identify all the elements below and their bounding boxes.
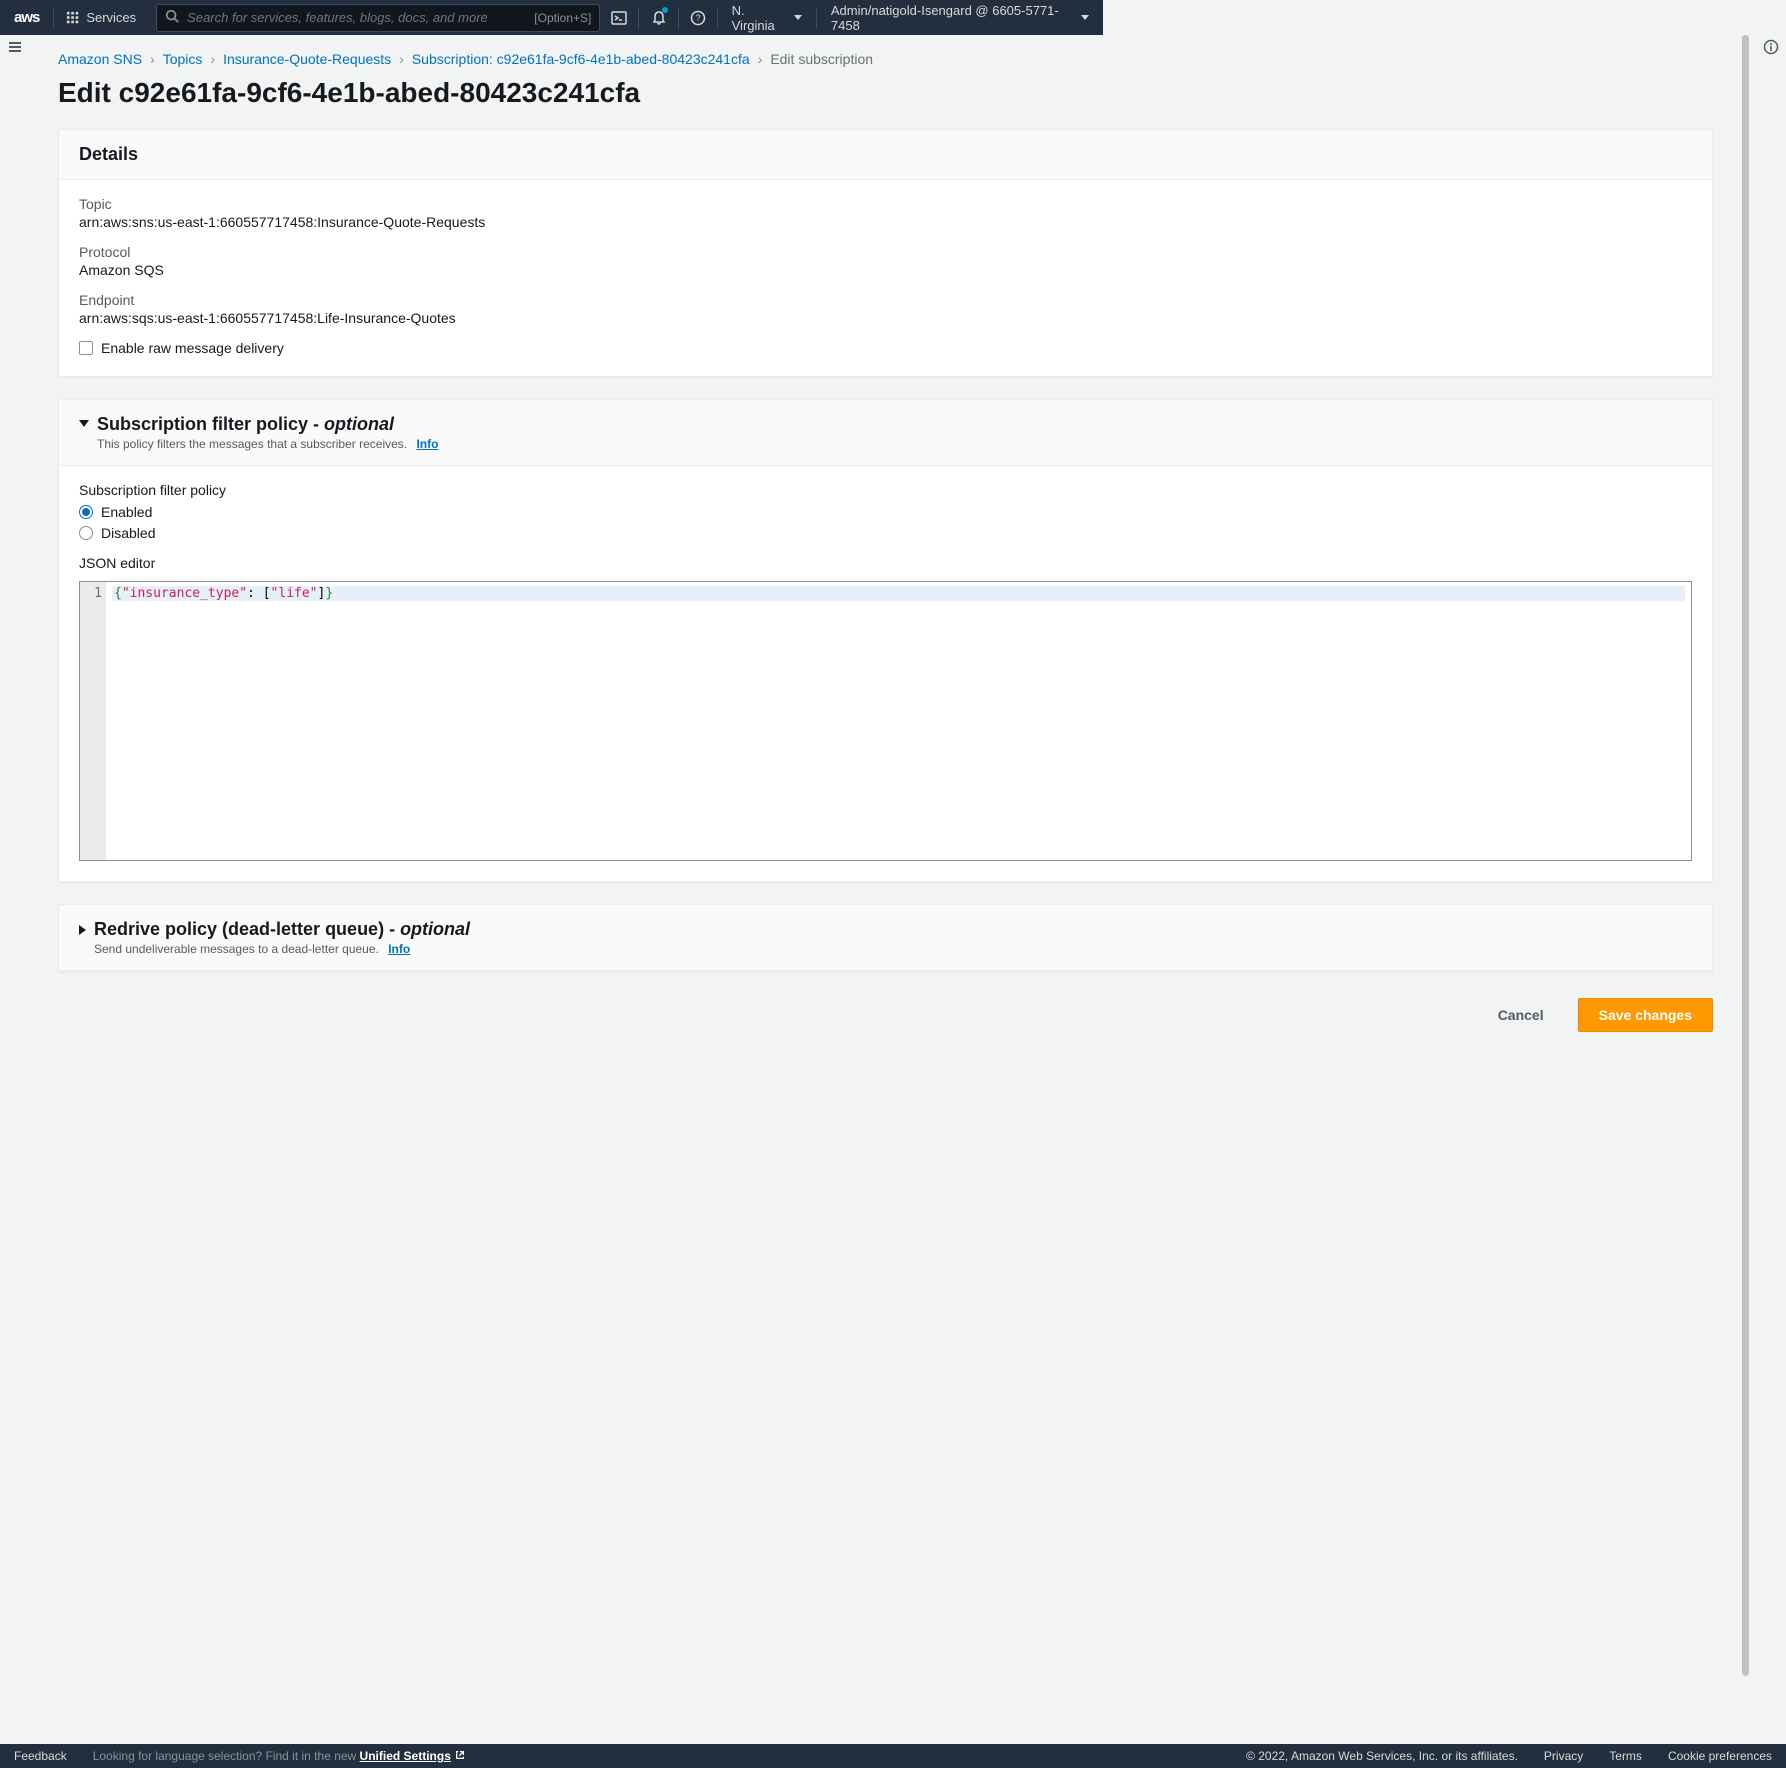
scrollbar[interactable] [1741, 35, 1749, 1744]
breadcrumb: Amazon SNS › Topics › Insurance-Quote-Re… [58, 51, 1713, 67]
filter-disabled-label: Disabled [101, 525, 155, 541]
filter-policy-description: This policy filters the messages that a … [97, 437, 438, 451]
redrive-title: Redrive policy (dead-letter queue) - opt… [94, 919, 470, 940]
user-label: Admin/natigold-Isengard @ 6605-5771-7458 [831, 3, 1075, 33]
endpoint-label: Endpoint [79, 292, 1692, 308]
caret-down-icon [794, 15, 802, 20]
search-shortcut: [Option+S] [534, 11, 591, 25]
endpoint-value: arn:aws:sqs:us-east-1:660557717458:Life-… [79, 310, 1692, 326]
filter-enabled-label: Enabled [101, 504, 152, 520]
topic-label: Topic [79, 196, 1692, 212]
json-editor-label: JSON editor [79, 555, 1692, 571]
details-heading: Details [79, 144, 1692, 165]
topic-value: arn:aws:sns:us-east-1:660557717458:Insur… [79, 214, 1692, 230]
redrive-description: Send undeliverable messages to a dead-le… [94, 942, 470, 956]
cancel-button[interactable]: Cancel [1478, 998, 1564, 1032]
breadcrumb-current: Edit subscription [770, 51, 873, 67]
region-label: N. Virginia [732, 3, 788, 33]
filter-policy-title: Subscription filter policy - optional [97, 414, 438, 435]
save-changes-button[interactable]: Save changes [1578, 998, 1713, 1032]
search-box[interactable]: [Option+S] [156, 4, 600, 32]
services-menu[interactable]: Services [54, 10, 148, 25]
unified-settings-link[interactable]: Unified Settings [360, 1749, 465, 1763]
disclosure-triangle-icon[interactable] [79, 420, 89, 427]
aws-logo[interactable]: aws [0, 9, 53, 26]
search-input[interactable] [187, 10, 487, 25]
external-link-icon [455, 1749, 465, 1763]
user-menu[interactable]: Admin/natigold-Isengard @ 6605-5771-7458 [817, 3, 1103, 33]
json-editor[interactable]: 1 {"insurance_type": ["life"]} [79, 581, 1692, 861]
details-panel: Details Topic arn:aws:sns:us-east-1:6605… [58, 129, 1713, 377]
top-navigation: aws Services [Option+S] ? N. Virginia Ad… [0, 0, 1103, 35]
protocol-label: Protocol [79, 244, 1692, 260]
copyright: © 2022, Amazon Web Services, Inc. or its… [1246, 1749, 1518, 1763]
form-actions: Cancel Save changes [58, 994, 1713, 1042]
open-info-panel-button[interactable] [1756, 35, 1786, 59]
footer: Feedback Looking for language selection?… [0, 1744, 1786, 1768]
filter-disabled-radio[interactable] [79, 526, 93, 540]
region-selector[interactable]: N. Virginia [718, 3, 816, 33]
feedback-link[interactable]: Feedback [14, 1749, 67, 1763]
filter-policy-panel: Subscription filter policy - optional Th… [58, 399, 1713, 882]
editor-gutter: 1 [80, 582, 106, 860]
privacy-link[interactable]: Privacy [1544, 1749, 1583, 1763]
grid-icon [66, 11, 80, 25]
page-title: Edit c92e61fa-9cf6-4e1b-abed-80423c241cf… [58, 77, 1713, 109]
redrive-policy-panel: Redrive policy (dead-letter queue) - opt… [58, 904, 1713, 972]
raw-message-delivery-checkbox[interactable] [79, 341, 93, 355]
disclosure-triangle-icon[interactable] [79, 925, 86, 935]
terms-link[interactable]: Terms [1609, 1749, 1642, 1763]
notification-indicator-icon [662, 7, 668, 13]
notifications-button[interactable] [639, 0, 677, 35]
breadcrumb-link-sns[interactable]: Amazon SNS [58, 51, 142, 67]
svg-text:?: ? [695, 13, 700, 23]
info-link[interactable]: Info [416, 437, 438, 451]
open-side-nav-button[interactable] [0, 35, 30, 59]
breadcrumb-link-topic[interactable]: Insurance-Quote-Requests [223, 51, 391, 67]
info-link[interactable]: Info [388, 942, 410, 956]
filter-enabled-radio[interactable] [79, 505, 93, 519]
chevron-right-icon: › [150, 51, 155, 67]
protocol-value: Amazon SQS [79, 262, 1692, 278]
editor-code-area[interactable]: {"insurance_type": ["life"]} [106, 582, 1691, 860]
main-content: Amazon SNS › Topics › Insurance-Quote-Re… [30, 35, 1741, 1744]
details-panel-header: Details [59, 130, 1712, 180]
chevron-right-icon: › [399, 51, 404, 67]
raw-message-delivery-label: Enable raw message delivery [101, 340, 284, 356]
language-prompt: Looking for language selection? Find it … [93, 1749, 465, 1763]
cookie-prefs-link[interactable]: Cookie preferences [1668, 1749, 1772, 1763]
filter-policy-field-label: Subscription filter policy [79, 482, 1692, 498]
chevron-right-icon: › [758, 51, 763, 67]
caret-down-icon [1081, 15, 1089, 20]
services-label: Services [86, 10, 136, 25]
breadcrumb-link-topics[interactable]: Topics [163, 51, 203, 67]
cloudshell-button[interactable] [600, 0, 638, 35]
chevron-right-icon: › [210, 51, 215, 67]
breadcrumb-link-subscription[interactable]: Subscription: c92e61fa-9cf6-4e1b-abed-80… [412, 51, 750, 67]
help-button[interactable]: ? [679, 0, 717, 35]
search-icon [165, 9, 179, 26]
scrollbar-thumb[interactable] [1742, 35, 1749, 1676]
